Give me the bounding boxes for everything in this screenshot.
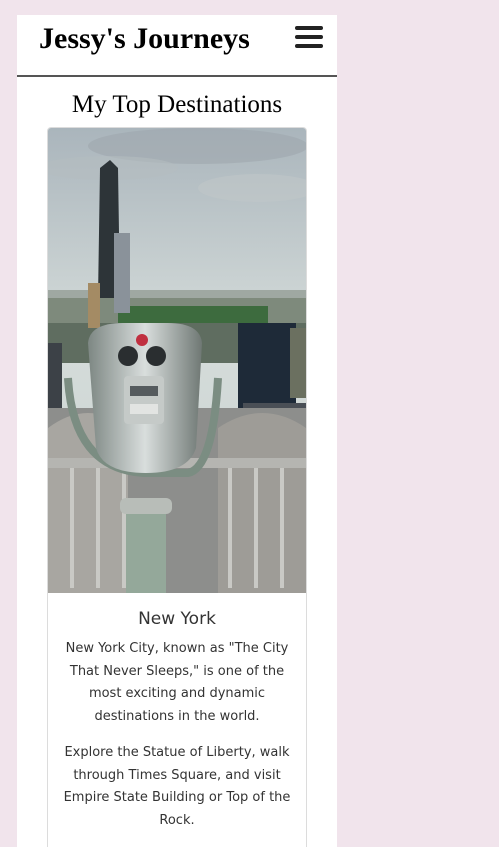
- destination-description: Explore the Statue of Liberty, walk thro…: [63, 745, 291, 828]
- destination-description: New York City, known as "The City That N…: [65, 641, 289, 724]
- hamburger-menu-icon[interactable]: [295, 24, 323, 50]
- section-heading: My Top Destinations: [71, 91, 283, 118]
- menu-bar: [295, 26, 323, 30]
- site-title[interactable]: Jessy's Journeys: [39, 19, 250, 59]
- destination-card: New York New York City, known as "The Ci…: [47, 127, 307, 847]
- site-header: Jessy's Journeys: [17, 15, 337, 77]
- destination-title: New York: [138, 609, 216, 629]
- menu-bar: [295, 44, 323, 48]
- destination-photo: [48, 128, 306, 593]
- menu-bar: [295, 35, 323, 39]
- page-container: Jessy's Journeys My Top Destinations New…: [17, 15, 337, 847]
